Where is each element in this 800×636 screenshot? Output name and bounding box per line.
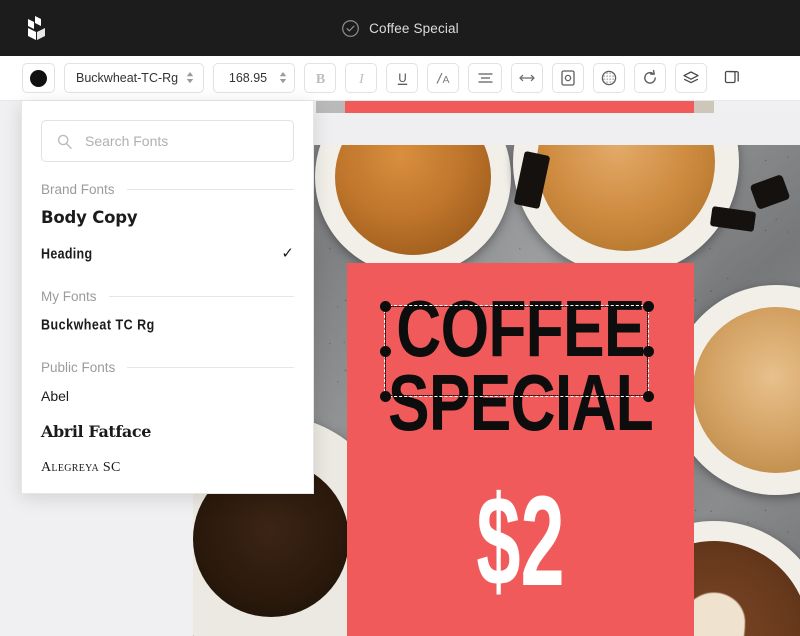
brand-logo[interactable]: [20, 13, 52, 45]
font-size-select[interactable]: 168.95: [213, 63, 295, 93]
frame-icon: [559, 69, 577, 87]
svg-text:B: B: [315, 72, 324, 87]
font-name: Abril Fatface: [41, 422, 151, 441]
font-list-item-abril-fatface[interactable]: Abril Fatface: [22, 416, 313, 447]
italic-button[interactable]: I: [345, 63, 377, 93]
search-icon: [56, 133, 73, 150]
app-root: Coffee Special Buckwheat-TC-Rg 168.95 B: [0, 0, 800, 636]
divider: [126, 189, 294, 190]
font-group-header-brand: Brand Fonts: [22, 182, 313, 197]
svg-text:I: I: [358, 72, 365, 87]
text-selection-box[interactable]: [379, 300, 654, 402]
font-name: Buckwheat TC Rg: [41, 316, 155, 333]
top-bar: Coffee Special: [0, 0, 800, 56]
text-case-button[interactable]: A: [427, 63, 459, 93]
resize-handle-top-left[interactable]: [379, 300, 391, 312]
svg-text:A: A: [442, 74, 449, 86]
chevron-updown-icon: [279, 72, 287, 84]
font-name: Body Copy: [41, 208, 138, 227]
font-picker-dropdown[interactable]: Brand Fonts Body Copy Heading ✓ My Fonts…: [21, 101, 314, 494]
font-group-header-public-fonts: Public Fonts: [22, 360, 313, 375]
underline-icon: U: [394, 70, 411, 87]
duplicate-icon: [723, 69, 741, 87]
list-fade-overlay: [22, 479, 313, 493]
poster-price-text[interactable]: $2: [413, 478, 628, 606]
font-search-row: [22, 101, 313, 162]
font-group-title: My Fonts: [41, 289, 97, 304]
font-group-header-my-fonts: My Fonts: [22, 289, 313, 304]
font-size-value: 168.95: [228, 71, 268, 85]
svg-text:U: U: [398, 73, 406, 85]
document-chip: Coffee Special: [0, 0, 800, 56]
font-list-item-body-copy[interactable]: Body Copy: [22, 202, 313, 233]
italic-icon: I: [353, 70, 370, 87]
duplicate-button[interactable]: [716, 63, 748, 93]
underline-button[interactable]: U: [386, 63, 418, 93]
chevron-updown-icon: [186, 72, 194, 84]
opacity-icon: [600, 69, 618, 87]
bold-icon: B: [312, 70, 329, 87]
opacity-button[interactable]: [593, 63, 625, 93]
resize-handle-bottom-right[interactable]: [642, 390, 654, 402]
text-color-swatch-button[interactable]: [22, 63, 55, 93]
check-icon: ✓: [281, 245, 294, 262]
font-name: Alegreya SC: [41, 459, 121, 475]
check-circle-icon: [341, 19, 360, 38]
align-center-icon: [477, 71, 494, 85]
artboard-gap: [316, 113, 800, 145]
frame-button[interactable]: [552, 63, 584, 93]
resize-handle-bottom-left[interactable]: [379, 390, 391, 402]
divider: [108, 296, 294, 297]
bold-button[interactable]: B: [304, 63, 336, 93]
font-family-value: Buckwheat-TC-Rg: [76, 71, 179, 85]
divider: [127, 367, 294, 368]
font-group-title: Brand Fonts: [41, 182, 115, 197]
font-family-select[interactable]: Buckwheat-TC-Rg: [64, 63, 204, 93]
rotate-icon: [641, 69, 659, 87]
font-name: Abel: [41, 387, 70, 404]
layers-button[interactable]: [675, 63, 707, 93]
font-group-title: Public Fonts: [41, 360, 116, 375]
font-name: Heading: [41, 245, 93, 262]
resize-handle-middle-left[interactable]: [379, 345, 391, 357]
resize-handle-top-right[interactable]: [642, 300, 654, 312]
rotate-button[interactable]: [634, 63, 666, 93]
previous-artboard-edge-right: [694, 101, 714, 113]
letter-spacing-icon: [518, 72, 536, 84]
layers-icon: [682, 70, 700, 86]
color-dot-icon: [30, 69, 47, 87]
previous-artboard-strip: [345, 101, 694, 113]
resize-handle-middle-right[interactable]: [642, 345, 654, 357]
font-search-input[interactable]: [85, 133, 279, 149]
previous-artboard-edge-left: [316, 101, 345, 113]
font-list-item-abel[interactable]: Abel: [22, 380, 313, 411]
text-toolbar: Buckwheat-TC-Rg 168.95 B I U A: [0, 56, 800, 101]
selection-outline: [385, 306, 648, 396]
document-title[interactable]: Coffee Special: [369, 21, 459, 36]
font-list-item-heading[interactable]: Heading ✓: [22, 238, 313, 269]
text-case-icon: A: [434, 70, 453, 87]
letter-spacing-button[interactable]: [511, 63, 543, 93]
align-button[interactable]: [468, 63, 502, 93]
font-list-item-buckwheat-tc-rg[interactable]: Buckwheat TC Rg: [22, 309, 313, 340]
font-search-box[interactable]: [41, 120, 294, 162]
